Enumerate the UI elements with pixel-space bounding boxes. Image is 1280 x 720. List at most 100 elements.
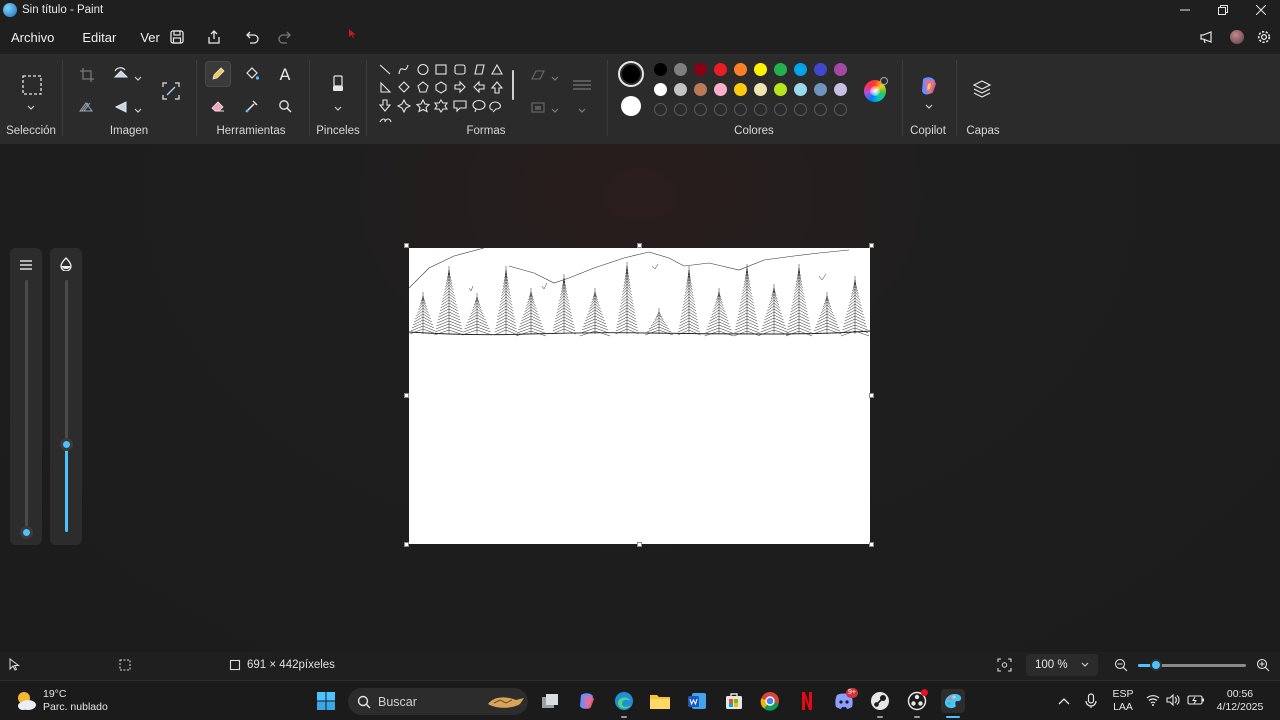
resize-button[interactable] — [158, 78, 184, 104]
fit-to-window-button[interactable] — [997, 658, 1012, 675]
custom-color-slot[interactable] — [794, 103, 807, 116]
wifi-icon[interactable] — [1146, 694, 1160, 709]
file-explorer-button[interactable] — [648, 689, 672, 713]
clock-time[interactable]: 00:56 — [1212, 688, 1268, 701]
copilot-dropdown[interactable] — [925, 99, 933, 113]
redo-button[interactable] — [275, 27, 295, 47]
magnifier-tool[interactable] — [272, 93, 298, 119]
fill-tool[interactable] — [239, 61, 265, 87]
volume-icon[interactable] — [1166, 693, 1180, 709]
custom-color-slot[interactable] — [674, 103, 687, 116]
brushes-button[interactable] — [325, 72, 351, 98]
start-button[interactable] — [314, 689, 338, 713]
zoom-in-button[interactable] — [1256, 658, 1270, 675]
color-swatch[interactable] — [834, 83, 847, 96]
edit-colors-button[interactable] — [864, 77, 888, 102]
resize-handle-left[interactable] — [404, 393, 409, 398]
microphone-button[interactable] — [1079, 689, 1103, 713]
color-swatch[interactable] — [814, 83, 827, 96]
show-hidden-icons-button[interactable] — [1052, 689, 1076, 713]
weather-widget[interactable] — [14, 689, 38, 713]
share-button[interactable] — [204, 27, 224, 47]
language-top[interactable]: ESP — [1110, 688, 1136, 701]
brushes-dropdown[interactable] — [334, 101, 342, 115]
shape-size-button[interactable] — [569, 72, 595, 98]
store-button[interactable] — [722, 689, 746, 713]
close-button[interactable] — [1242, 0, 1280, 20]
zoom-slider-thumb[interactable] — [1150, 659, 1163, 671]
restore-button[interactable] — [1204, 0, 1242, 20]
color-swatch[interactable] — [814, 63, 827, 76]
minimize-button[interactable] — [1166, 0, 1204, 20]
battery-icon[interactable] — [1187, 694, 1205, 709]
undo-button[interactable] — [242, 27, 262, 47]
resize-handle-bottom-left[interactable] — [404, 542, 409, 547]
color-swatch[interactable] — [654, 83, 667, 96]
selection-dropdown[interactable] — [27, 100, 35, 114]
rotate-dropdown[interactable] — [134, 71, 142, 85]
color-swatch[interactable] — [694, 83, 707, 96]
resize-handle-top-right[interactable] — [869, 243, 874, 248]
color-swatch[interactable] — [794, 63, 807, 76]
word-button[interactable] — [685, 689, 709, 713]
custom-color-slot[interactable] — [714, 103, 727, 116]
primary-color-swatch[interactable] — [618, 61, 644, 87]
menu-editar[interactable]: Editar — [74, 30, 124, 45]
color-swatch[interactable] — [714, 83, 727, 96]
crop-button[interactable] — [74, 62, 100, 88]
taskbar-search[interactable]: Buscar — [348, 688, 528, 715]
color-swatch[interactable] — [694, 63, 707, 76]
account-avatar[interactable] — [1226, 26, 1248, 48]
custom-color-slot[interactable] — [734, 103, 747, 116]
custom-color-slot[interactable] — [694, 103, 707, 116]
shape-outline-button[interactable] — [525, 62, 551, 88]
resize-handle-bottom-right[interactable] — [869, 542, 874, 547]
eraser-tool[interactable] — [205, 93, 231, 119]
color-swatch[interactable] — [734, 63, 747, 76]
secondary-color-swatch[interactable] — [621, 96, 641, 116]
drawing-canvas[interactable] — [408, 247, 871, 544]
fill-dropdown[interactable] — [551, 103, 559, 117]
text-tool[interactable]: A — [272, 61, 298, 87]
resize-handle-right[interactable] — [869, 393, 874, 398]
color-swatch[interactable] — [774, 83, 787, 96]
resize-handle-bottom[interactable] — [637, 542, 642, 547]
size-slider-thumb[interactable] — [20, 526, 33, 539]
selection-tool[interactable] — [18, 70, 46, 100]
shapes-scrollbar[interactable] — [512, 70, 514, 100]
custom-color-slot[interactable] — [774, 103, 787, 116]
shape-fill-button[interactable] — [525, 94, 551, 120]
color-swatch[interactable] — [674, 83, 687, 96]
feedback-button[interactable] — [1196, 26, 1218, 48]
rotate-button[interactable] — [108, 62, 134, 88]
color-swatch[interactable] — [714, 63, 727, 76]
color-swatch[interactable] — [734, 83, 747, 96]
color-swatch[interactable] — [674, 63, 687, 76]
resize-handle-top[interactable] — [637, 243, 642, 248]
outline-dropdown[interactable] — [551, 71, 559, 85]
size-slider-track[interactable] — [25, 280, 28, 532]
settings-button[interactable] — [1253, 26, 1275, 48]
pencil-tool[interactable] — [205, 61, 231, 87]
size-dropdown[interactable] — [578, 103, 586, 117]
color-swatch[interactable] — [834, 63, 847, 76]
resize-handle-top-left[interactable] — [404, 243, 409, 248]
color-swatch[interactable] — [774, 63, 787, 76]
chrome-button[interactable] — [758, 689, 782, 713]
flip-dropdown[interactable] — [134, 103, 142, 117]
zoom-select[interactable]: 100 % — [1026, 654, 1098, 676]
flip-button[interactable] — [108, 94, 134, 120]
paint-taskbar-button[interactable] — [941, 689, 965, 713]
save-button[interactable] — [167, 27, 187, 47]
steam-button[interactable] — [868, 689, 892, 713]
custom-color-slot[interactable] — [814, 103, 827, 116]
menu-archivo[interactable]: Archivo — [3, 30, 62, 45]
color-picker-tool[interactable] — [239, 93, 265, 119]
color-swatch[interactable] — [754, 83, 767, 96]
image-properties-button[interactable] — [74, 94, 100, 120]
copilot-taskbar-button[interactable] — [575, 689, 599, 713]
color-swatch[interactable] — [754, 63, 767, 76]
layers-button[interactable] — [969, 76, 995, 102]
custom-color-slot[interactable] — [654, 103, 667, 116]
color-swatch[interactable] — [794, 83, 807, 96]
